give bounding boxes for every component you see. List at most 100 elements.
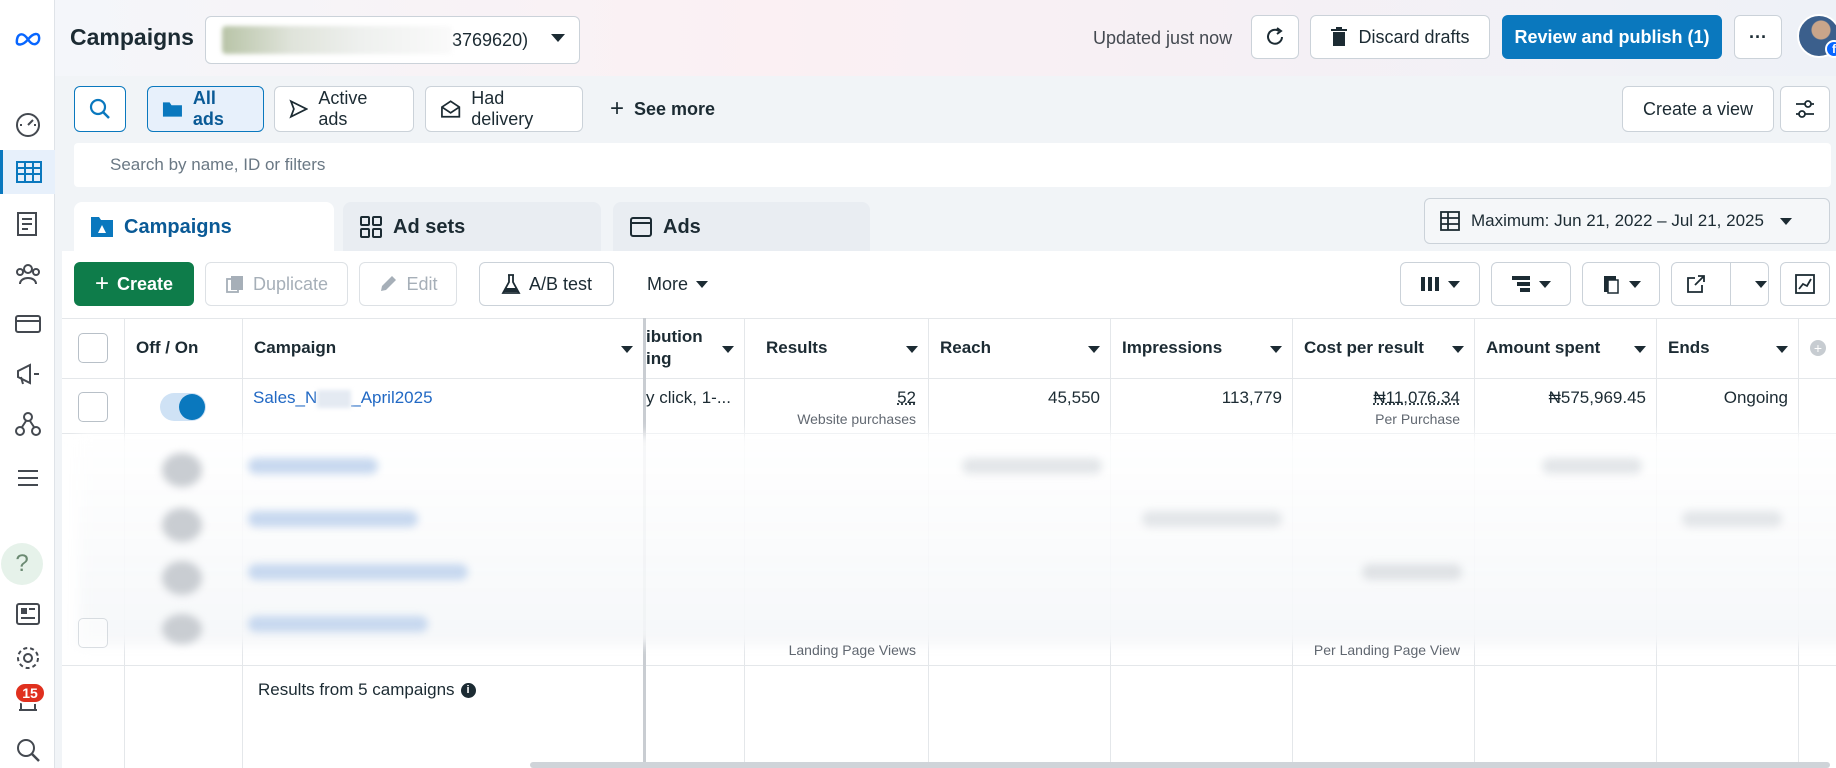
megaphone-icon[interactable] <box>0 352 55 396</box>
line-chart-icon <box>1795 274 1815 294</box>
info-icon[interactable]: i <box>460 682 476 698</box>
search-icon <box>89 98 110 119</box>
columns-button[interactable] <box>1400 262 1480 306</box>
audiences-icon[interactable] <box>0 252 55 296</box>
account-id: 3769620) <box>452 29 529 50</box>
campaign-name-suffix: _April2025 <box>351 388 433 407</box>
ab-test-button[interactable]: A/B test <box>479 262 614 306</box>
ads-manager-table-icon[interactable] <box>0 150 55 194</box>
reports-button[interactable] <box>1582 262 1660 306</box>
column-header-campaign[interactable]: Campaign <box>242 318 643 378</box>
create-button[interactable]: + Create <box>74 262 194 306</box>
campaign-toggle[interactable] <box>160 393 206 421</box>
ad-account-selector[interactable]: 3769620) <box>205 16 580 64</box>
duplicate-button[interactable]: Duplicate <box>205 262 348 306</box>
charts-button[interactable] <box>1780 262 1830 306</box>
business-tools-icon[interactable] <box>0 402 55 446</box>
help-icon[interactable]: ? <box>1 543 43 585</box>
edit-label: Edit <box>406 273 438 294</box>
view-settings-button[interactable] <box>1780 86 1830 132</box>
discard-drafts-label: Discard drafts <box>1358 26 1470 47</box>
dashboard-icon[interactable] <box>0 102 55 146</box>
campaign-name-link[interactable]: Sales_N _April2025 <box>253 388 433 408</box>
breakdown-button[interactable] <box>1491 262 1571 306</box>
calendar-table-icon <box>1440 211 1460 231</box>
ab-test-label: A/B test <box>528 273 593 294</box>
row1-reach: 45,550 <box>1048 388 1100 407</box>
plus-icon: + <box>94 270 109 297</box>
tab-ad-sets-label: Ad sets <box>393 215 466 238</box>
date-range-picker[interactable]: Maximum: Jun 21, 2022 – Jul 21, 2025 <box>1424 198 1830 244</box>
ends-header-label: Ends <box>1668 338 1710 357</box>
column-header-off-on[interactable]: Off / On <box>124 318 242 378</box>
breakdown-icon <box>1512 276 1530 292</box>
create-view-button[interactable]: Create a view <box>1622 86 1774 132</box>
columns-icon <box>1421 277 1439 291</box>
search-toggle-button[interactable] <box>74 86 126 132</box>
row-checkbox[interactable] <box>78 392 108 422</box>
column-header-cost-per-result[interactable]: Cost per result <box>1292 318 1474 378</box>
more-actions-button[interactable]: More <box>630 262 725 306</box>
review-and-publish-button[interactable]: Review and publish (1) <box>1502 15 1722 59</box>
campaigns-folder-icon <box>91 217 113 237</box>
all-tools-menu-icon[interactable] <box>0 456 55 500</box>
date-range-label: Maximum: Jun 21, 2022 – Jul 21, 2025 <box>1471 211 1764 230</box>
row5-results-type: Landing Page Views <box>788 642 916 658</box>
tab-ads[interactable]: Ads <box>613 202 870 252</box>
search-icon[interactable] <box>0 728 55 768</box>
see-more-label: See more <box>634 98 716 119</box>
campaign-name-prefix: Sales_N <box>253 388 318 407</box>
edit-button[interactable]: Edit <box>359 262 457 306</box>
settings-gear-icon[interactable] <box>0 636 55 680</box>
chevron-down-icon <box>1539 280 1551 288</box>
row1-ends: Ongoing <box>1723 388 1788 407</box>
horizontal-scrollbar[interactable] <box>530 762 1830 768</box>
column-header-results[interactable]: Results <box>744 318 928 378</box>
grid-icon <box>360 216 382 238</box>
ad-window-icon <box>630 217 652 237</box>
billing-card-icon[interactable] <box>0 302 55 346</box>
export-button[interactable] <box>1671 262 1769 306</box>
tab-ad-sets[interactable]: Ad sets <box>343 202 601 252</box>
meta-logo-icon[interactable] <box>0 16 55 60</box>
chevron-down-icon <box>722 346 734 353</box>
news-feed-icon[interactable] <box>0 592 55 636</box>
row1-cost-type: Per Purchase <box>1375 411 1460 427</box>
tab-campaigns[interactable]: Campaigns <box>74 202 334 252</box>
column-header-impressions[interactable]: Impressions <box>1110 318 1292 378</box>
active-ads-filter[interactable]: Active ads <box>274 86 414 132</box>
column-header-ends[interactable]: Ends <box>1656 318 1798 378</box>
row1-results-type: Website purchases <box>797 411 916 427</box>
discard-drafts-button[interactable]: Discard drafts <box>1310 15 1490 59</box>
chevron-down-icon <box>696 280 708 288</box>
more-label: More <box>646 273 688 294</box>
had-delivery-filter[interactable]: Had delivery <box>425 86 583 132</box>
results-header-label: Results <box>766 338 828 357</box>
row1-cost-per-result[interactable]: ₦11,076.34 <box>1292 388 1460 408</box>
column-header-amount-spent[interactable]: Amount spent <box>1474 318 1656 378</box>
more-options-button[interactable]: ··· <box>1734 15 1782 59</box>
chevron-down-icon <box>1634 346 1646 353</box>
column-header-attribution[interactable]: ibution ing <box>646 318 744 378</box>
export-icon <box>1687 275 1705 293</box>
send-icon <box>289 99 309 119</box>
row1-impressions: 113,779 <box>1221 388 1282 407</box>
see-more-filters[interactable]: + See more <box>596 86 732 132</box>
chevron-down-icon <box>1755 280 1767 288</box>
avatar[interactable]: f <box>1797 14 1836 58</box>
refresh-button[interactable] <box>1251 15 1299 59</box>
reports-icon[interactable] <box>0 202 55 246</box>
row5-cost-type: Per Landing Page View <box>1313 642 1460 658</box>
search-input[interactable] <box>74 143 1831 187</box>
chevron-down-icon <box>621 346 633 353</box>
chevron-down-icon <box>1779 217 1792 225</box>
select-all-checkbox[interactable] <box>78 333 108 363</box>
add-column-icon[interactable]: + <box>1810 340 1826 356</box>
column-header-reach[interactable]: Reach <box>928 318 1110 378</box>
row-checkbox[interactable] <box>78 618 108 648</box>
cost-header-label: Cost per result <box>1304 338 1424 357</box>
top-header: Campaigns 3769620) Updated just now Disc… <box>55 0 1836 76</box>
row1-results[interactable]: 52 <box>744 388 916 408</box>
results-summary-label: Results from 5 campaigns <box>258 680 455 699</box>
all-ads-filter[interactable]: All ads <box>147 86 264 132</box>
